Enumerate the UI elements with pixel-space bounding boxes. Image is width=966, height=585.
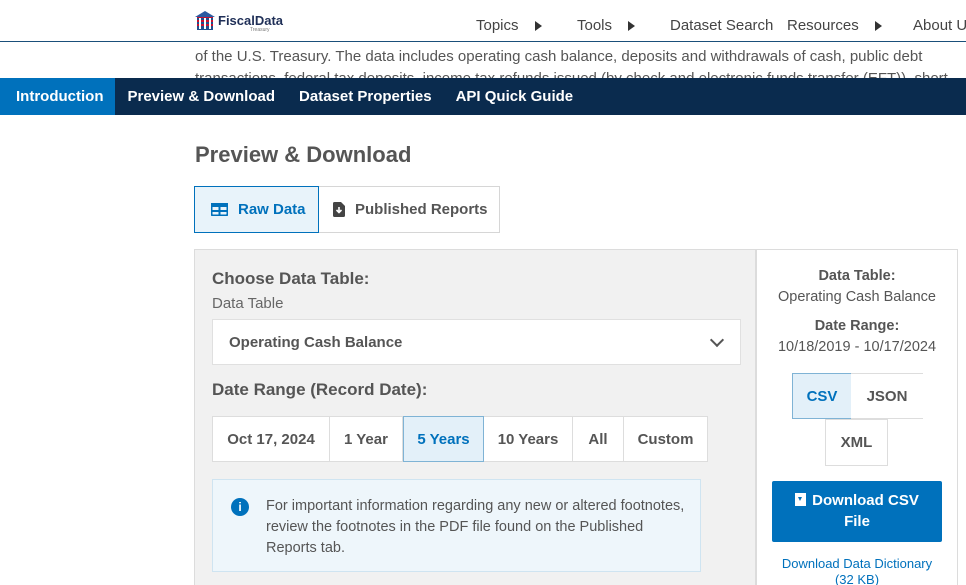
data-preview-panel: Choose Data Table: Data Table Operating … [194,249,756,585]
range-option-1-year[interactable]: 1 Year [330,417,403,461]
nav-dataset-search-label: Dataset Search [670,17,774,34]
download-button-label-line1: Download CSV [812,492,919,509]
section-tab-introduction[interactable]: Introduction [0,78,116,115]
dictionary-link-line2: (32 KB) [834,572,880,585]
section-tab-preview-download[interactable]: Preview & Download [115,78,287,115]
range-option-custom[interactable]: Custom [624,417,707,461]
range-option-latest[interactable]: Oct 17, 2024 [213,417,330,461]
format-json-button[interactable]: JSON [851,373,923,419]
file-download-icon [333,202,345,217]
logo-subtext: Treasury [250,27,270,33]
side-table-value: Operating Cash Balance [778,289,936,305]
published-reports-label: Published Reports [355,201,488,218]
side-range-heading: Date Range: [814,318,900,334]
footnote-info-box: i For important information regarding an… [212,479,701,572]
table-icon [211,203,228,216]
chevron-down-icon [709,332,725,348]
download-button-label-line2: File [844,513,870,530]
download-data-dictionary-link[interactable]: Download Data Dictionary (32 KB) [757,556,957,585]
choose-table-heading: Choose Data Table: [212,269,370,288]
footnote-info-text: For important information regarding any … [266,498,685,556]
download-file-button[interactable]: Download CSV File [772,481,942,542]
logo-icon [195,11,215,30]
data-table-label: Data Table [212,295,284,312]
logo-text: FiscalData [218,13,284,28]
caret-right-icon [534,20,542,31]
nav-about-us-label: About Us [913,17,966,34]
section-nav: Introduction Preview & Download Dataset … [0,78,966,115]
nav-tools[interactable]: Tools [577,17,636,34]
published-reports-button[interactable]: Published Reports [319,186,500,233]
raw-data-button[interactable]: Raw Data [194,186,319,233]
side-range-value: 10/18/2019 - 10/17/2024 [777,339,937,355]
format-csv-button[interactable]: CSV [792,373,852,419]
info-icon: i [231,498,249,516]
nav-resources[interactable]: Resources [787,17,882,34]
section-title: Preview & Download [195,142,412,167]
section-tab-dataset-properties[interactable]: Dataset Properties [287,78,444,115]
data-type-toggle: Raw Data Published Reports [194,186,500,233]
nav-dataset-search[interactable]: Dataset Search [670,17,773,34]
date-range-heading: Date Range (Record Date): [212,380,428,399]
nav-tools-label: Tools [577,17,613,34]
download-sidebar: Data Table: Operating Cash Balance Date … [756,249,958,585]
nav-about-us[interactable]: About Us [913,17,966,34]
caret-right-icon [874,20,882,31]
site-header: FiscalData Treasury Topics Tools Dataset… [0,0,966,42]
nav-resources-label: Resources [787,17,859,34]
file-download-icon [795,493,807,506]
range-option-5-years[interactable]: 5 Years [403,416,484,462]
side-table-heading: Data Table: [818,268,896,284]
raw-data-label: Raw Data [238,201,306,218]
range-option-all[interactable]: All [573,417,624,461]
section-tab-api-quick-guide[interactable]: API Quick Guide [444,78,586,115]
fiscaldata-logo[interactable]: FiscalData Treasury [195,11,284,33]
format-xml-button[interactable]: XML [825,419,888,466]
range-option-10-years[interactable]: 10 Years [484,417,573,461]
dictionary-link-line1: Download Data Dictionary [781,556,933,571]
caret-right-icon [628,20,636,31]
date-range-options: Oct 17, 2024 1 Year 5 Years 10 Years All… [212,416,708,462]
intro-description: of the U.S. Treasury. The data includes … [195,48,948,78]
selected-table-value: Operating Cash Balance [229,333,403,351]
nav-topics-label: Topics [476,17,519,34]
nav-topics[interactable]: Topics [476,17,542,34]
data-table-select[interactable]: Operating Cash Balance [212,319,741,365]
